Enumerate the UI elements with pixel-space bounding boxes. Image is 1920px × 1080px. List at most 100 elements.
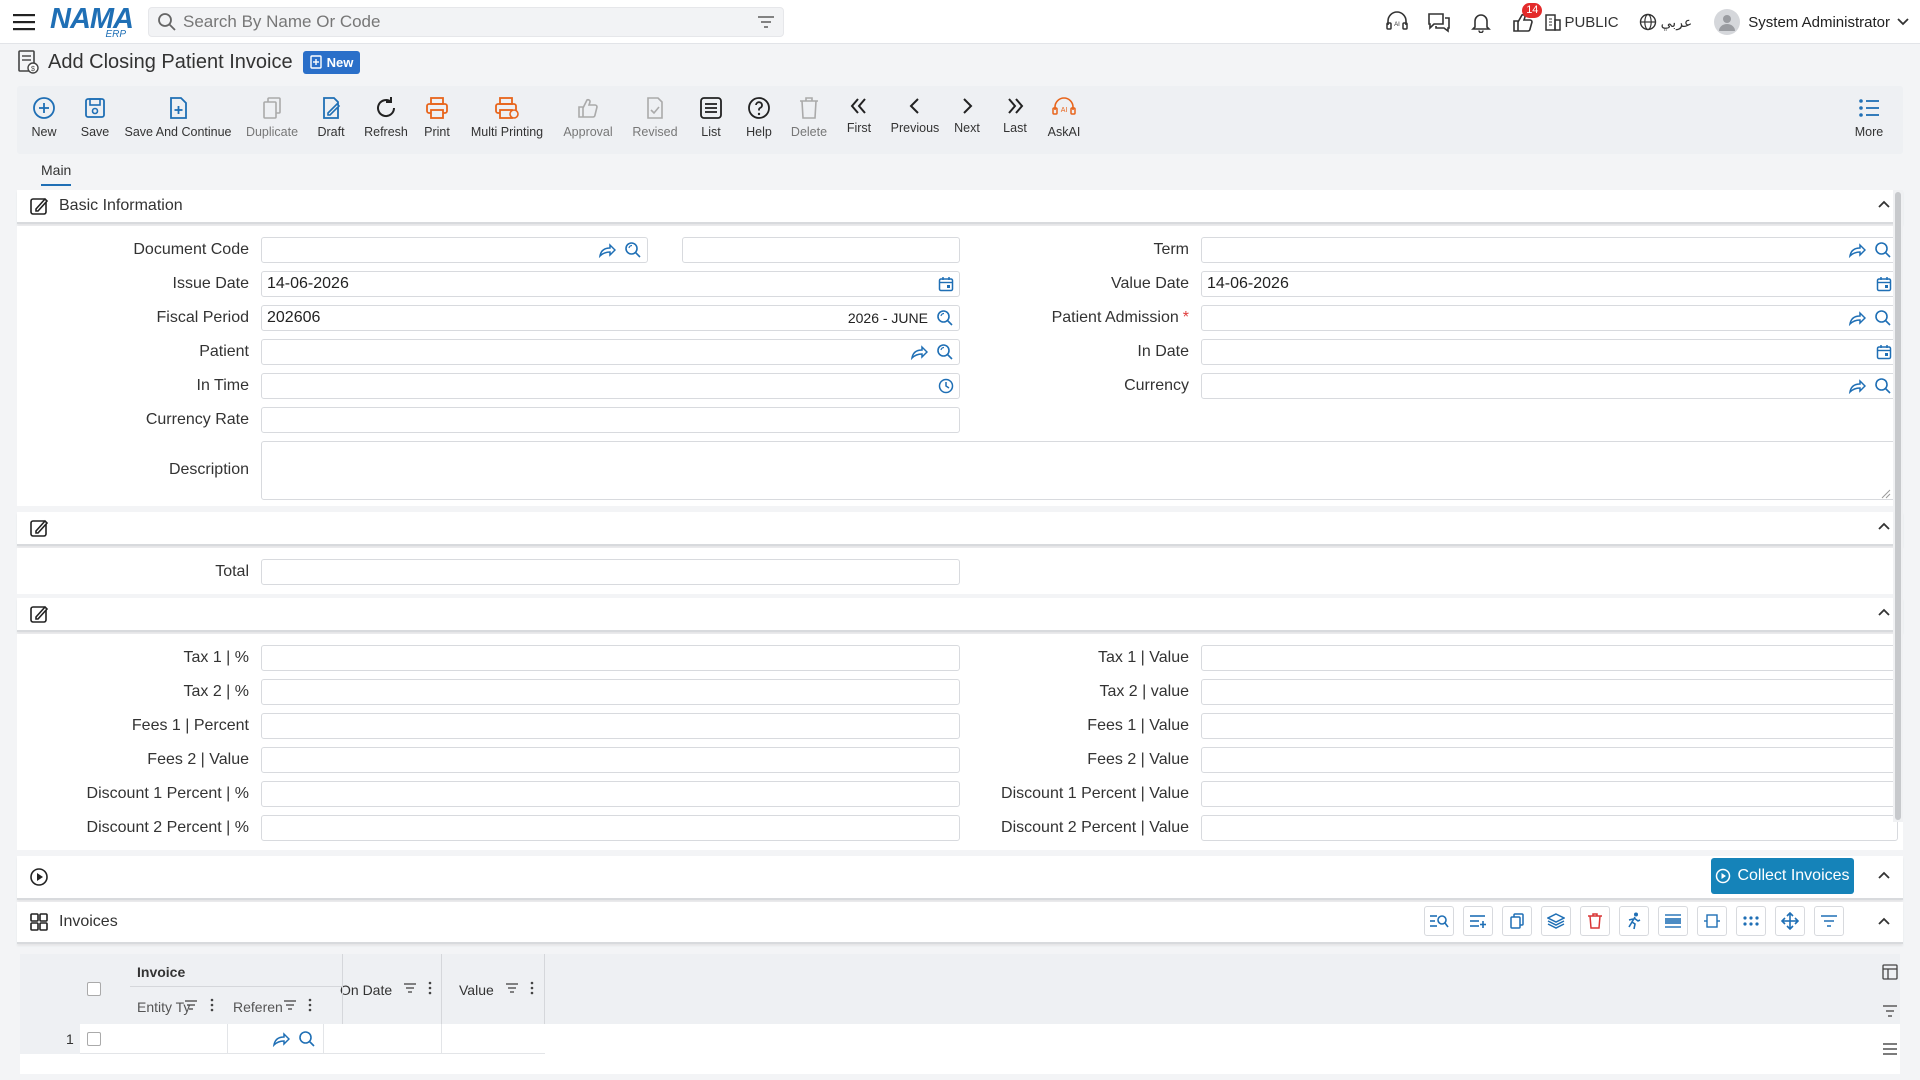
refresh-button[interactable]: Refresh [361, 86, 411, 154]
column-menu-icon[interactable] [308, 998, 312, 1012]
save-and-continue-button[interactable]: Save And Continue [124, 86, 232, 154]
lookup-search-icon[interactable] [936, 309, 954, 327]
in-time-field[interactable] [261, 373, 960, 399]
ai-support-icon[interactable]: AI [1376, 0, 1418, 44]
basic-information-header[interactable]: Basic Information [17, 190, 1903, 224]
approval-button[interactable]: Approval [559, 86, 617, 154]
multi-printing-button[interactable]: Multi Printing [467, 86, 547, 154]
total-section-header[interactable] [17, 512, 1903, 546]
discount2-value-field[interactable] [1201, 815, 1898, 841]
term-field[interactable] [1201, 237, 1898, 263]
document-code-description-field[interactable] [682, 237, 960, 263]
filter-icon[interactable] [757, 15, 775, 29]
chevron-up-icon[interactable] [1877, 916, 1891, 926]
discount1-percent-field[interactable] [261, 781, 960, 807]
user-avatar[interactable] [1714, 9, 1741, 35]
duplicate-button[interactable]: Duplicate [245, 86, 299, 154]
grid-run-button[interactable] [1619, 906, 1649, 936]
fiscal-period-field[interactable]: 202606 2026 - JUNE [261, 305, 960, 331]
delete-button[interactable]: Delete [787, 86, 831, 154]
total-field[interactable] [261, 559, 960, 585]
search-input[interactable] [183, 11, 757, 32]
grid-layers-button[interactable] [1541, 906, 1571, 936]
globe-icon[interactable] [1639, 13, 1657, 31]
lookup-search-icon[interactable] [1874, 377, 1892, 395]
calendar-icon[interactable] [1876, 344, 1892, 360]
col-value-header[interactable]: Value [459, 982, 494, 998]
bell-icon[interactable] [1460, 0, 1502, 44]
taxes-section-header[interactable] [17, 598, 1903, 632]
grid-move-button[interactable] [1775, 906, 1805, 936]
more-button[interactable]: More [1849, 86, 1889, 154]
language-switch[interactable]: عربي [1661, 14, 1693, 31]
filter-icon[interactable] [1882, 1004, 1898, 1018]
next-button[interactable]: Next [947, 86, 987, 154]
chevron-up-icon[interactable] [1877, 607, 1891, 617]
open-link-icon[interactable] [1848, 310, 1866, 326]
description-textarea[interactable] [261, 441, 1897, 500]
tax1-percent-field[interactable] [261, 645, 960, 671]
save-button[interactable]: Save [75, 86, 115, 154]
calendar-icon[interactable] [1876, 276, 1892, 292]
user-name[interactable]: System Administrator [1748, 14, 1890, 31]
table-row[interactable]: 1 [20, 1024, 545, 1054]
list-button[interactable]: List [689, 86, 733, 154]
hamburger-menu-icon[interactable] [1882, 1042, 1898, 1056]
lookup-search-icon[interactable] [298, 1030, 316, 1048]
lookup-search-icon[interactable] [624, 241, 642, 259]
fees1-percent-field[interactable] [261, 713, 960, 739]
column-menu-icon[interactable] [428, 981, 432, 995]
currency-rate-field[interactable] [261, 407, 960, 433]
chevron-up-icon[interactable] [1877, 870, 1891, 880]
menu-icon[interactable] [12, 10, 36, 34]
grid-copy-button[interactable] [1502, 906, 1532, 936]
new-button[interactable]: New [27, 86, 61, 154]
revised-button[interactable]: Revised [627, 86, 683, 154]
open-link-icon[interactable] [1848, 242, 1866, 258]
in-date-field[interactable] [1201, 339, 1898, 365]
branch-label[interactable]: PUBLIC [1564, 14, 1618, 31]
grid-search-button[interactable] [1424, 906, 1454, 936]
column-menu-icon[interactable] [530, 981, 534, 995]
grid-filter-button[interactable] [1814, 906, 1844, 936]
tax2-percent-field[interactable] [261, 679, 960, 705]
column-filter-icon[interactable] [184, 999, 198, 1011]
discount2-percent-field[interactable] [261, 815, 960, 841]
tab-main[interactable]: Main [41, 162, 72, 186]
col-on-date-header[interactable]: On Date [340, 982, 392, 998]
column-filter-icon[interactable] [505, 982, 519, 994]
fees2-value-field[interactable] [1201, 747, 1898, 773]
table-columns-icon[interactable] [1882, 964, 1898, 980]
chat-icon[interactable] [1418, 0, 1460, 44]
column-filter-icon[interactable] [283, 999, 297, 1011]
fees2-value-left-field[interactable] [261, 747, 960, 773]
scrollbar-thumb[interactable] [1895, 192, 1901, 820]
currency-field[interactable] [1201, 373, 1898, 399]
grid-add-row-button[interactable] [1463, 906, 1493, 936]
askai-button[interactable]: AI AskAI [1043, 86, 1085, 154]
open-link-icon[interactable] [272, 1031, 290, 1047]
draft-button[interactable]: Draft [311, 86, 351, 154]
lookup-search-icon[interactable] [936, 343, 954, 361]
patient-admission-field[interactable] [1201, 305, 1898, 331]
tax2-value-field[interactable] [1201, 679, 1898, 705]
first-button[interactable]: First [837, 86, 881, 154]
patient-field[interactable] [261, 339, 960, 365]
app-logo[interactable]: NAMA ERP [50, 4, 134, 40]
col-entity-type-header[interactable]: Entity Ty [137, 999, 190, 1015]
discount1-value-field[interactable] [1201, 781, 1898, 807]
column-menu-icon[interactable] [210, 998, 214, 1012]
last-button[interactable]: Last [995, 86, 1035, 154]
document-code-field[interactable] [261, 237, 648, 263]
approvals-icon[interactable]: 14 [1502, 0, 1544, 44]
open-link-icon[interactable] [598, 242, 616, 258]
previous-button[interactable]: Previous [887, 86, 943, 154]
print-button[interactable]: Print [417, 86, 457, 154]
collect-invoices-button[interactable]: Collect Invoices [1711, 858, 1854, 894]
chevron-up-icon[interactable] [1877, 199, 1891, 209]
grid-insert-row-button[interactable] [1658, 906, 1688, 936]
calendar-icon[interactable] [938, 276, 954, 292]
resize-handle-icon[interactable] [1881, 489, 1891, 499]
select-all-checkbox[interactable] [87, 982, 101, 996]
fees1-value-field[interactable] [1201, 713, 1898, 739]
